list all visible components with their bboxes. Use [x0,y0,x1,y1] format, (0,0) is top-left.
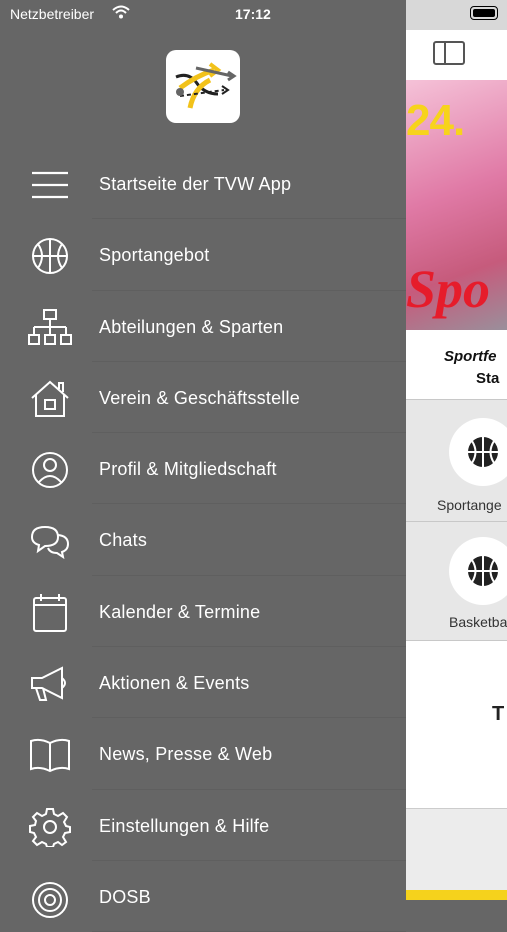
main-content: 24. Spo Sportfe Sta Sportange Basketba T [406,0,507,900]
tile-label: Basketba [449,614,507,630]
menu-item-label: Abteilungen & Sparten [99,316,284,337]
menu-item-sports[interactable]: Sportangebot [0,219,406,291]
house-icon [31,380,69,417]
profile-icon [32,452,68,489]
menu-item-club[interactable]: Verein & Geschäftsstelle [0,362,406,434]
menu-item-label: Aktionen & Events [99,673,250,694]
menu-item-calendar[interactable]: Kalender & Termine [0,576,406,648]
menu-item-label: Einstellungen & Hilfe [99,815,270,836]
wifi-icon [112,5,130,19]
menu-item-dosb[interactable]: DOSB [0,861,406,932]
tile-icon-circle [449,537,507,605]
menu-item-label: Sportangebot [99,245,210,266]
content-card [406,808,507,891]
basketball-icon [468,556,498,586]
menu-item-label: Chats [99,530,148,551]
basketball-icon [468,437,498,467]
drawer-menu: Startseite der TVW App Sportangebot Abte… [0,148,406,932]
card-heading: T [492,703,505,725]
tile-sportangebot[interactable]: Sportange [406,399,507,522]
banner-caption-line1: Sportfe [444,348,497,365]
calendar-icon [33,593,67,632]
megaphone-icon [31,666,66,702]
menu-item-departments[interactable]: Abteilungen & Sparten [0,291,406,363]
tile-basketball[interactable]: Basketba [406,521,507,641]
app-logo[interactable] [166,50,240,123]
banner-date: 24. [406,96,465,145]
menu-item-home[interactable]: Startseite der TVW App [0,148,406,220]
book-icon [30,739,70,773]
hamburger-icon [32,171,68,199]
status-bar: Netzbetreiber 17:12 [0,0,507,30]
chat-bubbles-icon [30,526,70,560]
menu-item-chats[interactable]: Chats [0,504,406,577]
navigation-drawer: Startseite der TVW App Sportangebot Abte… [0,0,406,932]
banner-script-text: Spo [406,259,491,319]
content-card: T [406,640,507,809]
menu-item-label: Profil & Mitgliedschaft [99,459,277,480]
tile-label: Sportange [437,497,502,513]
target-icon [32,881,68,918]
clock: 17:12 [235,6,271,22]
tile-icon-circle [449,418,507,486]
event-banner-image[interactable]: 24. Spo [406,80,507,330]
carrier-name: Netzbetreiber [10,6,95,22]
top-bar [406,30,507,80]
banner-caption-line2: Sta [476,370,500,387]
logo-arrows-icon [175,62,237,109]
gear-icon [29,807,71,847]
menu-item-events[interactable]: Aktionen & Events [0,647,406,719]
menu-item-news[interactable]: News, Presse & Web [0,718,406,790]
menu-item-label: Kalender & Termine [99,601,261,622]
menu-item-settings[interactable]: Einstellungen & Hilfe [0,790,406,862]
org-chart-icon [28,308,72,345]
menu-item-label: DOSB [99,886,151,907]
menu-item-label: Verein & Geschäftsstelle [99,387,300,408]
menu-item-label: News, Presse & Web [99,744,273,765]
yellow-strip [406,890,507,900]
menu-item-profile[interactable]: Profil & Mitgliedschaft [0,433,406,505]
banner-caption: Sportfe Sta [406,330,507,399]
menu-item-label: Startseite der TVW App [99,174,292,194]
basketball-icon [32,238,68,275]
sidebar-toggle-icon[interactable] [433,41,465,65]
battery-icon [470,6,498,20]
